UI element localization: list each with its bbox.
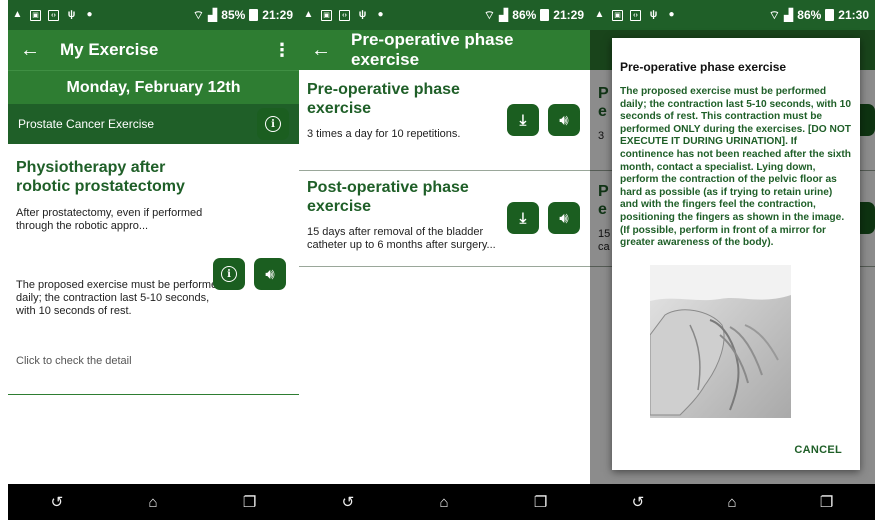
app-bar: ← My Exercise ⋮ <box>8 30 299 70</box>
overflow-menu-icon[interactable]: ⋮ <box>273 40 291 61</box>
recents-nav-icon[interactable]: ❐ <box>820 493 833 511</box>
exercise-item[interactable]: Post-operative phase exercise 15 days af… <box>299 178 590 252</box>
code-icon: ‹› <box>339 9 350 21</box>
screenshot-icon: ▣ <box>612 9 623 21</box>
speaker-icon: 🔊︎ <box>559 111 569 129</box>
nav-bar: ↺ ⌂ ❐ <box>8 484 299 520</box>
speaker-icon: 🔊︎ <box>265 265 275 283</box>
card-intro: After prostatectomy, even if performed t… <box>16 207 203 232</box>
home-nav-icon[interactable]: ⌂ <box>728 494 737 511</box>
clock: 21:30 <box>838 8 869 22</box>
card-description: The proposed exercise must be performed … <box>16 279 224 317</box>
category-bar: Prostate Cancer Exercise i <box>8 104 299 144</box>
warning-icon: ▲ <box>303 9 314 20</box>
app-bar: ← Pre-operative phase exercise <box>299 30 590 70</box>
card-audio-button[interactable]: 🔊︎ <box>254 258 286 290</box>
signal-icon: ▟ <box>499 8 509 22</box>
exercise-illustration <box>650 265 791 418</box>
category-label: Prostate Cancer Exercise <box>18 117 155 131</box>
wifi-icon: ⌔ <box>192 7 205 22</box>
home-nav-icon[interactable]: ⌂ <box>440 494 449 511</box>
warning-icon: ▲ <box>12 9 23 20</box>
exercise-dialog: Pre-operative phase exercise The propose… <box>612 38 860 470</box>
exercise-actions: ⤓ 🔊︎ <box>507 104 580 136</box>
nav-bar: ↺ ⌂ ❐ <box>590 484 875 520</box>
signal-icon: ▟ <box>208 8 218 22</box>
battery-percent: 86% <box>512 8 537 22</box>
battery-icon <box>249 9 259 21</box>
date-header: Monday, February 12th <box>8 70 299 104</box>
speaker-icon: 🔊︎ <box>559 209 569 227</box>
exercise-item[interactable]: Pre-operative phase exercise 3 times a d… <box>299 80 590 141</box>
info-icon: i <box>221 266 237 282</box>
android-icon: ● <box>668 9 675 20</box>
cancel-button[interactable]: CANCEL <box>794 444 842 456</box>
download-button[interactable]: ⤓ <box>507 104 539 136</box>
status-bar: ▲ ▣ ‹› ψ ● ⌔ ▟ 86% 21:29 <box>299 0 590 30</box>
status-bar: ▲ ▣ ‹› ψ ● ⌔ ▟ 86% 21:30 <box>590 0 875 30</box>
warning-icon: ▲ <box>594 9 605 20</box>
divider <box>299 266 590 267</box>
divider <box>8 394 299 395</box>
android-icon: ● <box>86 9 93 20</box>
screen-exercise-dialog: ▲ ▣ ‹› ψ ● ⌔ ▟ 86% 21:30 P e 3 P e 15 ca… <box>590 0 875 520</box>
hand-position-image <box>650 265 791 418</box>
dialog-title: Pre-operative phase exercise <box>620 60 787 74</box>
back-nav-icon[interactable]: ↺ <box>51 493 64 511</box>
screen-my-exercise: ▲ ▣ ‹› ψ ● ⌔ ▟ 85% 21:29 ← My Exercise ⋮… <box>8 0 299 520</box>
home-nav-icon[interactable]: ⌂ <box>149 494 158 511</box>
android-icon: ● <box>377 9 384 20</box>
battery-percent: 86% <box>797 8 822 22</box>
exercise-desc: 15 days after removal of the bladder cat… <box>307 226 496 251</box>
back-nav-icon[interactable]: ↺ <box>342 493 355 511</box>
code-icon: ‹› <box>48 9 59 21</box>
wifi-icon: ⌔ <box>483 7 496 22</box>
audio-button[interactable]: 🔊︎ <box>548 202 580 234</box>
audio-button[interactable]: 🔊︎ <box>548 104 580 136</box>
status-bar: ▲ ▣ ‹› ψ ● ⌔ ▟ 85% 21:29 <box>8 0 299 30</box>
battery-icon <box>540 9 550 21</box>
code-icon: ‹› <box>630 9 641 21</box>
card-info-button[interactable]: i <box>213 258 245 290</box>
recents-nav-icon[interactable]: ❐ <box>534 493 547 511</box>
battery-icon <box>825 9 835 21</box>
exercise-title: Pre-operative phase exercise <box>307 81 460 117</box>
info-icon: i <box>265 116 281 132</box>
dialog-body: The proposed exercise must be performed … <box>620 86 851 249</box>
exercise-card[interactable]: Physiotherapy after robotic prostatectom… <box>8 144 299 367</box>
exercise-title: Post-operative phase exercise <box>307 179 469 215</box>
category-info-button[interactable]: i <box>257 108 289 140</box>
wifi-icon: ⌔ <box>768 7 781 22</box>
detail-link[interactable]: Click to check the detail <box>16 355 291 367</box>
usb-icon: ψ <box>649 9 658 20</box>
page-title: Pre-operative phase exercise <box>351 30 514 69</box>
clock: 21:29 <box>553 8 584 22</box>
nav-bar: ↺ ⌂ ❐ <box>299 484 590 520</box>
screen-exercise-list: ▲ ▣ ‹› ψ ● ⌔ ▟ 86% 21:29 ← Pre-operative… <box>299 0 590 520</box>
back-arrow-icon[interactable]: ← <box>20 39 60 62</box>
clock: 21:29 <box>262 8 293 22</box>
usb-icon: ψ <box>358 9 367 20</box>
card-title: Physiotherapy after robotic prostatectom… <box>16 159 185 195</box>
screenshot-icon: ▣ <box>30 9 41 21</box>
download-icon: ⤓ <box>519 111 527 129</box>
usb-icon: ψ <box>67 9 76 20</box>
signal-icon: ▟ <box>784 8 794 22</box>
card-actions: i 🔊︎ <box>213 258 286 290</box>
back-arrow-icon[interactable]: ← <box>311 39 351 62</box>
divider <box>299 170 590 171</box>
screenshot-icon: ▣ <box>321 9 332 21</box>
download-icon: ⤓ <box>519 209 527 227</box>
recents-nav-icon[interactable]: ❐ <box>243 493 256 511</box>
battery-percent: 85% <box>221 8 246 22</box>
page-title: My Exercise <box>60 40 159 59</box>
download-button[interactable]: ⤓ <box>507 202 539 234</box>
exercise-actions: ⤓ 🔊︎ <box>507 202 580 234</box>
back-nav-icon[interactable]: ↺ <box>632 493 645 511</box>
